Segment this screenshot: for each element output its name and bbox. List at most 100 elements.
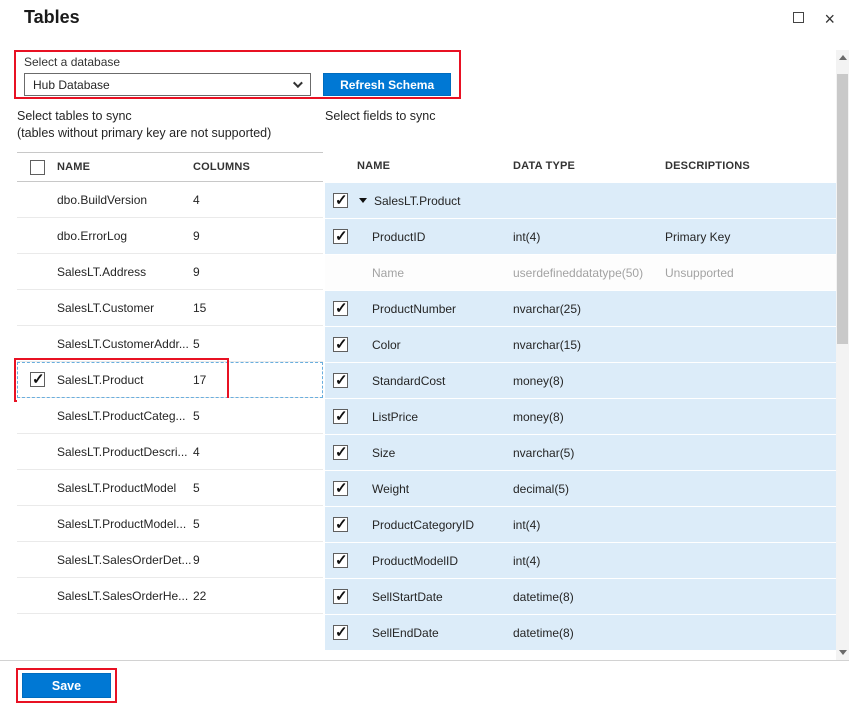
table-name: SalesLT.CustomerAddr... [57,337,193,351]
table-checkbox[interactable] [30,372,45,387]
table-row[interactable]: SalesLT.ProductCateg...5 [17,398,323,434]
field-row[interactable]: ProductCategoryIDint(4) [325,507,836,543]
field-row[interactable]: ProductModelIDint(4) [325,543,836,579]
table-column-count: 5 [193,337,323,351]
field-name: ProductModelID [357,554,513,568]
field-data-type: int(4) [513,554,665,568]
refresh-schema-button[interactable]: Refresh Schema [323,73,451,96]
field-name: Color [357,338,513,352]
field-data-type: userdefineddatatype(50) [513,266,665,280]
table-name: SalesLT.Customer [57,301,193,315]
field-data-type: nvarchar(25) [513,302,665,316]
field-row[interactable]: ProductIDint(4)Primary Key [325,219,836,255]
table-row[interactable]: SalesLT.ProductModel...5 [17,506,323,542]
field-row[interactable]: Weightdecimal(5) [325,471,836,507]
field-name: SellEndDate [357,626,513,640]
field-checkbox[interactable] [333,193,348,208]
field-description: Unsupported [665,266,836,280]
table-row[interactable]: SalesLT.SalesOrderDet...9 [17,542,323,578]
field-row[interactable]: SellStartDatedatetime(8) [325,579,836,615]
field-row[interactable]: Sizenvarchar(5) [325,435,836,471]
fields-header-name: NAME [357,160,513,172]
scroll-up-icon[interactable] [839,55,847,60]
database-dropdown-value: Hub Database [33,78,110,92]
tables-table-header: NAME COLUMNS [17,152,323,182]
field-data-type: money(8) [513,374,665,388]
field-data-type: nvarchar(15) [513,338,665,352]
field-checkbox[interactable] [333,517,348,532]
table-name: SalesLT.SalesOrderDet... [57,553,193,567]
field-checkbox[interactable] [333,589,348,604]
tables-table: NAME COLUMNS dbo.BuildVersion4dbo.ErrorL… [17,152,323,614]
field-name: ProductNumber [357,302,513,316]
tables-panel-heading: Select tables to sync [17,108,323,125]
field-data-type: datetime(8) [513,590,665,604]
tables-panel: Select tables to sync (tables without pr… [17,108,323,660]
field-name: Name [357,266,513,280]
fields-panel-heading: Select fields to sync [325,108,836,125]
table-name: SalesLT.ProductDescri... [57,445,193,459]
field-group-row[interactable]: SalesLT.Product [325,183,836,219]
field-name: Size [357,446,513,460]
field-name: StandardCost [357,374,513,388]
collapse-triangle-icon[interactable] [359,198,367,203]
table-name: dbo.BuildVersion [57,193,193,207]
table-row[interactable]: SalesLT.CustomerAddr...5 [17,326,323,362]
table-column-count: 4 [193,193,323,207]
field-checkbox[interactable] [333,481,348,496]
page-title: Tables [24,7,80,28]
field-row[interactable]: ProductNumbernvarchar(25) [325,291,836,327]
table-name: SalesLT.ProductCateg... [57,409,193,423]
field-row[interactable]: SellEndDatedatetime(8) [325,615,836,651]
field-checkbox[interactable] [333,373,348,388]
field-checkbox[interactable] [333,337,348,352]
table-name: SalesLT.ProductModel... [57,517,193,531]
table-row[interactable]: SalesLT.Address9 [17,254,323,290]
save-annotation-box: Save [16,668,117,703]
field-data-type: money(8) [513,410,665,424]
field-data-type: int(4) [513,518,665,532]
select-all-tables-checkbox[interactable] [30,160,45,175]
table-column-count: 9 [193,229,323,243]
fields-table: NAME DATA TYPE DESCRIPTIONS SalesLT.Prod… [325,152,836,651]
table-column-count: 17 [193,373,323,387]
table-row[interactable]: SalesLT.Customer15 [17,290,323,326]
table-column-count: 22 [193,589,323,603]
tables-panel-subheading: (tables without primary key are not supp… [17,125,323,142]
field-row[interactable]: StandardCostmoney(8) [325,363,836,399]
restore-icon[interactable] [793,10,804,28]
field-row[interactable]: ListPricemoney(8) [325,399,836,435]
dialog-titlebar: Tables × [0,0,849,40]
scrollbar-thumb[interactable] [837,74,848,344]
field-data-type: int(4) [513,230,665,244]
database-dropdown[interactable]: Hub Database [24,73,311,96]
close-icon[interactable]: × [824,14,835,25]
table-row[interactable]: SalesLT.Product17 [17,362,323,398]
dialog-footer: Save [0,660,849,707]
field-checkbox[interactable] [333,409,348,424]
field-checkbox[interactable] [333,625,348,640]
field-row[interactable]: Nameuserdefineddatatype(50)Unsupported [325,255,836,291]
table-row[interactable]: SalesLT.ProductModel5 [17,470,323,506]
field-checkbox[interactable] [333,301,348,316]
field-name: ProductCategoryID [357,518,513,532]
scroll-down-icon[interactable] [839,650,847,655]
field-checkbox[interactable] [333,229,348,244]
tables-header-name: NAME [57,161,193,173]
save-button[interactable]: Save [22,673,111,698]
chevron-down-icon [293,78,303,88]
field-checkbox[interactable] [333,553,348,568]
table-row[interactable]: dbo.BuildVersion4 [17,182,323,218]
table-name: SalesLT.Address [57,265,193,279]
table-row[interactable]: dbo.ErrorLog9 [17,218,323,254]
database-section-annotation-box: Select a database Hub Database Refresh S… [14,50,461,99]
database-select-label: Select a database [24,55,451,69]
vertical-scrollbar[interactable] [836,50,849,660]
table-column-count: 5 [193,481,323,495]
field-data-type: decimal(5) [513,482,665,496]
table-row[interactable]: SalesLT.ProductDescri...4 [17,434,323,470]
field-row[interactable]: Colornvarchar(15) [325,327,836,363]
fields-header-data-type: DATA TYPE [513,160,665,172]
table-row[interactable]: SalesLT.SalesOrderHe...22 [17,578,323,614]
field-checkbox[interactable] [333,445,348,460]
